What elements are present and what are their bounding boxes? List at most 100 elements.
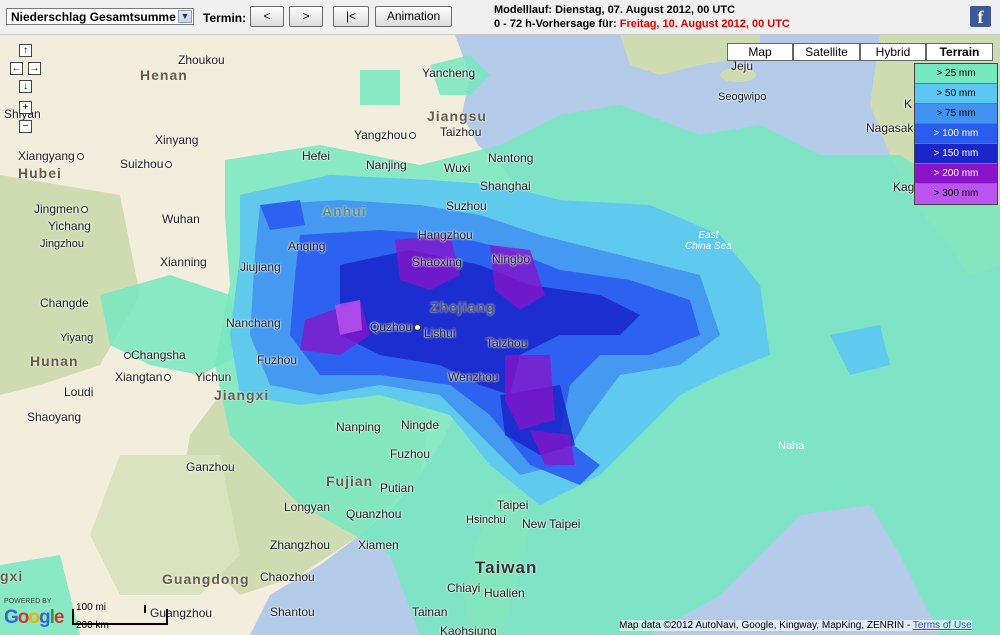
city-yangzhou: Yangzhou [354,128,417,142]
city-wuxi: Wuxi [444,161,471,175]
city-kagoshima: Kag [893,180,915,194]
legend-row-75: > 75 mm [915,104,997,124]
city-fuzhou-fujian: Fuzhou [390,447,431,461]
city-loudi: Loudi [64,385,94,399]
city-tainan: Tainan [412,605,448,619]
city-wenzhou: Wenzhou [448,370,499,384]
city-hualien: Hualien [484,586,525,600]
city-yancheng: Yancheng [422,66,476,80]
animation-button[interactable]: Animation [375,6,452,27]
city-shaoyang: Shaoyang [27,410,82,424]
terms-of-use-link[interactable]: Terms of Use [913,620,972,631]
maptype-hybrid-button[interactable]: Hybrid [860,43,926,61]
toolbar: Niederschlag Gesamtsumme ▼ Termin: < > |… [0,0,1000,35]
city-taizhou-jiangsu: Taizhou [440,125,482,139]
province-guangdong: Guangdong [162,571,250,587]
forecast-date: Freitag, 10. August 2012, 00 UTC [619,18,790,30]
city-xianning: Xianning [160,255,207,269]
province-guangxi-partial: gxi [0,568,24,584]
city-jiujiang: Jiujiang [240,260,281,274]
termin-label: Termin: [203,11,247,25]
city-jeju: Jeju [731,59,754,73]
city-dot [409,132,417,140]
map-attribution: Map data ©2012 AutoNavi, Google, Kingway… [619,620,972,631]
variable-select[interactable]: Niederschlag Gesamtsumme ▼ [6,8,194,25]
city-xiangtan: Xiangtan [115,370,172,384]
legend-row-25: > 25 mm [915,64,997,84]
city-yiyang: Yiyang [60,332,94,344]
city-dot [76,153,84,161]
city-xinyang: Xinyang [155,133,199,147]
city-nantong: Nantong [488,151,534,165]
city-taipei: Taipei [497,498,529,512]
city-yichang: Yichang [48,219,91,233]
city-korea-partial: K [904,97,913,111]
province-hunan: Hunan [30,353,79,369]
province-henan: Henan [140,67,188,83]
city-dot [164,374,172,382]
city-zhoukou: Zhoukou [178,53,225,67]
province-fujian: Fujian [326,473,374,489]
city-new-taipei: New Taipei [522,517,581,531]
province-taiwan: Taiwan [475,558,538,577]
city-dot [165,161,173,169]
city-taizhou-zhejiang: Taizhou [486,336,528,350]
city-ganzhou: Ganzhou [186,460,235,474]
city-hefei: Hefei [302,149,331,163]
city-chaozhou: Chaozhou [260,570,315,584]
city-shaoxing: Shaoxing [412,255,463,269]
zoom-out-button[interactable]: − [19,120,32,133]
legend-row-200: > 200 mm [915,164,997,184]
pan-right-button[interactable]: → [28,62,41,75]
previous-button[interactable]: < [250,6,284,27]
province-anhui: Anhui [322,203,367,219]
city-seogwipo: Seogwipo [718,91,767,103]
maptype-terrain-button[interactable]: Terrain [926,43,993,61]
legend-row-300: > 300 mm [915,184,997,204]
legend-row-50: > 50 mm [915,84,997,104]
city-nanping: Nanping [336,420,381,434]
first-button[interactable]: |< [333,6,369,27]
city-kaohsiung: Kaohsiung [440,624,497,635]
province-hubei: Hubei [18,165,62,181]
scale-label-miles: 100 mi [76,602,107,613]
city-shanghai: Shanghai [480,179,531,193]
city-dot [124,352,131,360]
city-jingzhou: Jingzhou [40,238,85,250]
map-canvas[interactable]: Henan Hubei Anhui Jiangsu Zhejiang Hunan… [0,35,1000,635]
city-suizhou: Suizhou [120,157,173,171]
forecast-text: 0 - 72 h-Vorhersage für: Freitag, 10. Au… [494,18,790,30]
city-nanjing: Nanjing [366,158,407,172]
city-dot [414,324,422,332]
city-quanzhou: Quanzhou [346,507,402,521]
powered-by-text: POWERED BY [4,598,52,605]
city-xiangyang: Xiangyang [18,149,84,163]
city-ningbo: Ningbo [492,252,531,266]
city-hsinchu: Hsinchu [466,514,506,526]
city-wuhan: Wuhan [162,212,200,226]
facebook-icon[interactable]: f [970,6,991,27]
city-ningde: Ningde [401,418,440,432]
city-quzhou: Quzhou [370,320,422,334]
pan-left-button[interactable]: ← [10,62,23,75]
city-zhangzhou: Zhangzhou [270,538,331,552]
city-hangzhou: Hangzhou [418,228,473,242]
legend-row-150: > 150 mm [915,144,997,164]
pan-down-button[interactable]: ↓ [19,80,32,93]
sea-label-east-china-sea: East China Sea [685,230,732,252]
city-jingmen: Jingmen [34,202,89,216]
city-dot [81,206,89,214]
city-naha: Naha [778,440,805,452]
variable-select-value: Niederschlag Gesamtsumme [11,10,176,24]
next-button[interactable]: > [289,6,323,27]
city-xiamen: Xiamen [358,538,399,552]
zoom-in-button[interactable]: + [19,101,32,114]
scale-bar-mid [144,605,146,613]
pan-up-button[interactable]: ↑ [19,44,32,57]
maptype-satellite-button[interactable]: Satellite [793,43,860,61]
maptype-map-button[interactable]: Map [727,43,793,61]
chevron-down-icon[interactable]: ▼ [178,10,192,23]
city-suzhou: Suzhou [446,199,487,213]
google-logo[interactable]: Google [4,607,64,629]
forecast-prefix: 0 - 72 h-Vorhersage für: [494,18,617,30]
